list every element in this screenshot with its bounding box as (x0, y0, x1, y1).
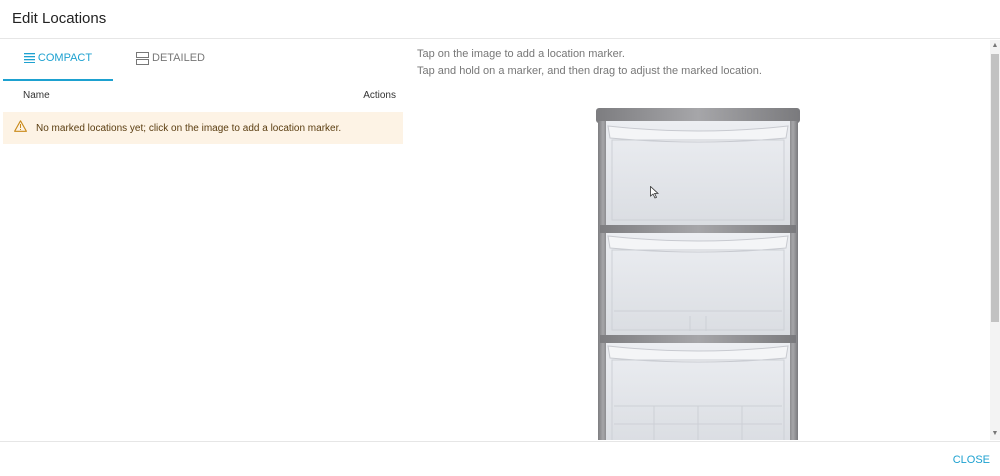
image-panel: Tap on the image to add a location marke… (410, 40, 990, 440)
empty-locations-notice: No marked locations yet; click on the im… (3, 112, 403, 144)
dialog-header: Edit Locations (0, 0, 1000, 39)
instruction-add-marker: Tap on the image to add a location marke… (417, 48, 625, 60)
tab-detailed-label: DETAILED (152, 52, 205, 64)
card-list-icon (136, 52, 149, 65)
column-header-actions: Actions (363, 90, 396, 101)
column-header-name: Name (23, 90, 50, 101)
scroll-up-arrow-icon[interactable]: ▲ (991, 41, 999, 51)
dialog-footer: CLOSE (0, 441, 1000, 476)
locations-panel: COMPACT DETAILED Name Actions No marked … (0, 40, 410, 440)
vertical-scrollbar[interactable]: ▲ ▼ (990, 40, 1000, 440)
mouse-cursor-icon (650, 185, 660, 204)
location-image[interactable] (594, 106, 802, 440)
warning-icon (14, 119, 27, 137)
notice-message: No marked locations yet; click on the im… (36, 122, 342, 134)
view-tabs: COMPACT DETAILED (3, 40, 403, 81)
dialog-title: Edit Locations (12, 10, 107, 27)
tab-compact-label: COMPACT (37, 52, 93, 64)
close-button[interactable]: CLOSE (953, 454, 990, 466)
scrollbar-thumb[interactable] (991, 54, 999, 322)
tab-compact[interactable]: COMPACT (3, 52, 113, 81)
list-icon (23, 52, 35, 63)
scroll-down-arrow-icon[interactable]: ▼ (991, 429, 999, 439)
tab-detailed[interactable]: DETAILED (136, 52, 205, 79)
instruction-drag-marker: Tap and hold on a marker, and then drag … (417, 65, 762, 77)
